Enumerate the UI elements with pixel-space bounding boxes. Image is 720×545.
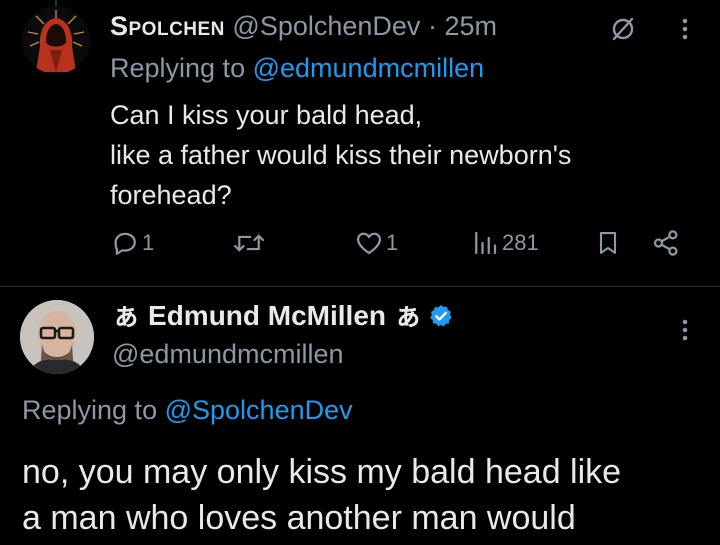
verified-badge-icon[interactable] [428,303,454,329]
display-name[interactable]: Edmund McMillen [148,298,386,334]
avatar[interactable] [20,300,94,374]
more-vertical-icon [682,319,688,341]
reply-button[interactable]: 1 [110,228,154,258]
more-button[interactable] [672,14,698,49]
tweet-text-line: a man who loves another man would [22,499,576,537]
separator: · [427,11,437,41]
bald-man-avatar-icon [20,300,94,374]
reply-count: 1 [142,230,155,255]
slashed-circle-icon [612,17,634,41]
display-name-row[interactable]: ぁ Edmund McMillen ぁ [112,298,454,334]
bookmark-button[interactable] [594,228,622,258]
tweet-text: Can I kiss your bald head, like a father… [110,95,571,215]
tweet-divider [0,286,720,287]
replying-to-link[interactable]: @SpolchenDev [165,395,353,425]
heart-icon [356,232,382,255]
views-button[interactable]: 281 [470,228,539,258]
tweet-text-line: like a father would kiss their newborn's [110,140,572,170]
like-button[interactable]: 1 [354,228,398,258]
like-count: 1 [386,230,399,255]
name-suffix-glyph: ぁ [394,300,423,331]
reply-icon [114,232,136,255]
avatar[interactable] [22,6,90,74]
more-button[interactable] [672,315,698,350]
name-prefix-glyph: ぁ [112,300,141,331]
tweet-text-line: forehead? [110,180,232,210]
views-bar-chart-icon [475,231,497,255]
grok-button[interactable] [608,14,638,49]
reply-tweet-header: Spolchen @SpolchenDev · 25m [110,8,497,44]
share-nodes-icon [653,230,678,256]
replying-prefix: Replying to [22,395,158,425]
handle[interactable]: @edmundmcmillen [112,337,344,371]
replying-to-line: Replying to @SpolchenDev [22,392,353,428]
timestamp[interactable]: 25m [444,11,497,41]
display-name[interactable]: Spolchen [110,11,225,41]
tweet-text: no, you may only kiss my bald head like … [22,449,621,541]
replying-to-line: Replying to @edmundmcmillen [110,50,484,86]
handle[interactable]: @SpolchenDev [232,11,420,41]
replying-prefix: Replying to [110,53,246,83]
tweet-text-line: no, you may only kiss my bald head like [22,453,622,491]
action-bar: 1 1 281 [0,228,720,264]
more-vertical-icon [682,18,688,40]
reply-tweet[interactable]: Spolchen @SpolchenDev · 25m Replying to … [0,0,720,290]
replying-to-link[interactable]: @edmundmcmillen [253,53,485,83]
share-button[interactable] [650,228,682,258]
tweet-text-line: Can I kiss your bald head, [110,100,423,130]
retweet-icon [233,234,265,252]
retweet-button[interactable] [232,228,268,258]
hooded-figure-avatar-icon [22,6,90,74]
bookmark-icon [599,232,617,254]
view-count: 281 [502,230,539,255]
